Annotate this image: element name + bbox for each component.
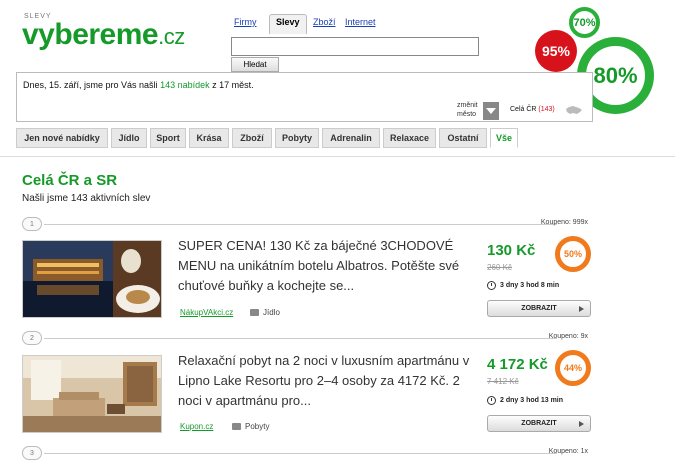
apartment-photo — [23, 356, 161, 432]
category-tab-stays[interactable]: Pobyty — [275, 128, 319, 148]
category-tab-food[interactable]: Jídlo — [111, 128, 147, 148]
search-tab-slevy[interactable]: Slevy — [269, 14, 307, 34]
deal-separator: 3 Koupeno: 1x — [22, 446, 588, 460]
deal-timer: 3 dny 3 hod 8 min — [487, 281, 559, 290]
logo-name: vybereme — [22, 18, 159, 51]
change-city-button[interactable] — [483, 102, 499, 120]
bought-count: Koupeno: 9x — [548, 333, 588, 340]
category-tab-sport[interactable]: Sport — [150, 128, 186, 148]
category-tab-adrenalin[interactable]: Adrenalin — [322, 128, 380, 148]
divider — [44, 338, 557, 339]
region-selector[interactable]: Celá ČR (143) — [510, 106, 555, 113]
info-bar: Dnes, 15. září, jsme pro Vás našli 143 n… — [16, 72, 593, 122]
info-text: Dnes, 15. září, jsme pro Vás našli 143 n… — [23, 80, 254, 90]
deal-source-link[interactable]: Kupon.cz — [180, 422, 213, 431]
category-tab-other[interactable]: Ostatní — [439, 128, 487, 148]
deal-number: 2 — [22, 331, 42, 345]
deal-category-label: Jídlo — [263, 308, 280, 317]
header: SLEVY vybereme.cz Firmy Slevy Zboží Inte… — [0, 0, 675, 157]
show-deal-button[interactable]: ZOBRAZIT — [487, 415, 591, 432]
info-prefix: Dnes, 15. září, jsme pro Vás našli — [23, 80, 161, 90]
play-arrow-icon — [579, 421, 584, 427]
region-count: (143) — [538, 106, 555, 113]
folder-icon — [232, 423, 241, 430]
badge-70: 70% — [569, 7, 600, 38]
bought-count: Koupeno: 1x — [548, 448, 588, 455]
discount-badge: 50% — [555, 236, 591, 272]
deal-category: Jídlo — [250, 308, 280, 317]
change-city-label[interactable]: změnit město — [457, 101, 478, 119]
category-tab-all[interactable]: Vše — [490, 128, 518, 148]
show-deal-label: ZOBRAZIT — [521, 305, 557, 312]
show-deal-label: ZOBRAZIT — [521, 420, 557, 427]
deal-number: 3 — [22, 446, 42, 460]
category-tab-new[interactable]: Jen nové nabídky — [16, 128, 108, 148]
deal-price: 4 172 Kč — [487, 356, 548, 373]
deal-image[interactable] — [22, 355, 162, 433]
divider — [44, 224, 557, 225]
czech-map-icon — [566, 106, 582, 114]
deal-time-left: 3 dny 3 hod 8 min — [500, 282, 560, 289]
page-subtitle: Našli jsme 143 aktivních slev — [22, 193, 151, 204]
change-label-1: změnit — [457, 102, 478, 109]
search-button[interactable]: Hledat — [231, 57, 279, 72]
deal-image[interactable] — [22, 240, 162, 318]
page-title: Celá ČR a SR — [22, 172, 118, 189]
logo-tld: .cz — [158, 24, 185, 49]
search-tab-firmy[interactable]: Firmy — [234, 17, 257, 27]
deal-timer: 2 dny 3 hod 13 min — [487, 396, 563, 405]
deal-separator: 2 Koupeno: 9x — [22, 331, 588, 345]
alarm-clock-icon — [487, 281, 496, 290]
change-label-2: město — [457, 111, 477, 118]
badge-95: 95% — [535, 30, 577, 72]
category-tab-relax[interactable]: Relaxace — [383, 128, 436, 148]
deal-old-price: 7 412 Kč — [487, 377, 519, 386]
deal-category-label: Pobyty — [245, 422, 270, 431]
chevron-down-icon — [486, 108, 496, 114]
info-suffix: z 17 měst. — [209, 80, 254, 90]
logo[interactable]: vybereme.cz — [22, 18, 185, 52]
deal-description[interactable]: SUPER CENA! 130 Kč za báječné 3CHODOVÉ M… — [178, 236, 470, 296]
show-deal-button[interactable]: ZOBRAZIT — [487, 300, 591, 317]
deal-number: 1 — [22, 217, 42, 231]
deal-price: 130 Kč — [487, 242, 536, 259]
deal-separator: 1 Koupeno: 999x — [22, 217, 588, 231]
deal-old-price: 260 Kč — [487, 263, 512, 272]
divider — [44, 453, 557, 454]
category-tab-goods[interactable]: Zboží — [232, 128, 272, 148]
category-tab-beauty[interactable]: Krása — [189, 128, 229, 148]
deal-time-left: 2 dny 3 hod 13 min — [500, 397, 564, 404]
region-name: Celá ČR — [510, 106, 537, 113]
restaurant-photo — [23, 241, 161, 317]
deal-category: Pobyty — [232, 422, 269, 431]
folder-icon — [250, 309, 259, 316]
search-tab-internet[interactable]: Internet — [345, 17, 376, 27]
search-tab-zbozi[interactable]: Zboží — [313, 17, 336, 27]
search-input[interactable] — [231, 37, 479, 56]
deal-source-link[interactable]: NákupVAkci.cz — [180, 308, 233, 317]
discount-badge: 44% — [555, 350, 591, 386]
deal-description[interactable]: Relaxační pobyt na 2 noci v luxusním apa… — [178, 351, 470, 411]
info-count: 143 nabídek — [160, 80, 210, 90]
play-arrow-icon — [579, 306, 584, 312]
bought-count: Koupeno: 999x — [540, 219, 588, 226]
alarm-clock-icon — [487, 396, 496, 405]
